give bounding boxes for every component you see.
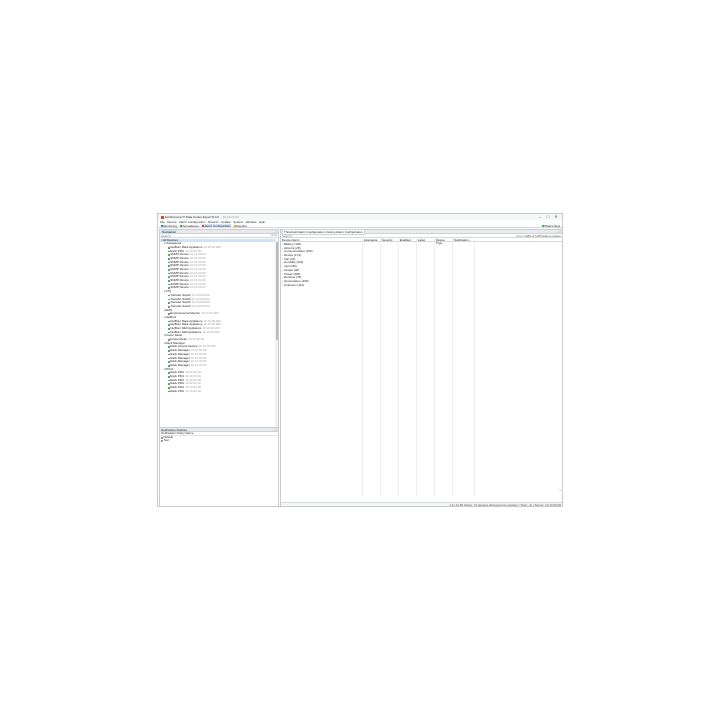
table-column-body bbox=[399, 242, 417, 496]
tab-label: Monitoring bbox=[163, 223, 178, 228]
status-text: 1.6 / 11.56 Active: 73 devices discovere… bbox=[449, 502, 561, 507]
column-header-label[interactable]: Label bbox=[417, 238, 435, 242]
column-header-device-type[interactable]: Device Type bbox=[435, 238, 453, 245]
tree-item-address: 10.10.00.000 bbox=[203, 244, 221, 249]
tree-item-label: Transfer Switch bbox=[170, 303, 191, 308]
tab-label: Reports bbox=[236, 223, 247, 228]
tab-label: Alarm Configuration bbox=[204, 223, 231, 228]
table-column-body bbox=[363, 242, 381, 496]
alarm-clear-button[interactable]: Clear bbox=[516, 234, 523, 238]
alarm-count-info: 1386 of 1386 alarms shown bbox=[524, 233, 561, 238]
table-column-body bbox=[381, 242, 399, 496]
window-title-suffix: - 10.10.00.00 bbox=[220, 215, 239, 219]
device-tree-scroll-thumb[interactable] bbox=[275, 241, 278, 340]
table-column-body bbox=[417, 242, 435, 496]
device-tree: ▾ All Devices ▾ Unassigned NetBotz Rack Appl… bbox=[160, 238, 276, 427]
alarm-table: Device Alarm Hostname Severity Enabled Label… bbox=[281, 238, 562, 496]
table-column-body bbox=[435, 242, 453, 496]
navigation-search-row: Clear bbox=[160, 233, 278, 238]
tree-item-address: 10.10.00.00 bbox=[188, 337, 205, 342]
tab-surveillance[interactable]: Surveillance bbox=[180, 224, 200, 228]
device-tree-scrollbar[interactable] bbox=[275, 238, 278, 427]
alarm-configuration-panel: Threshold Alarm Configuration: Device Al… bbox=[280, 228, 562, 506]
navigation-panel: Navigation − □ Clear ▾All Devices▾Unassi… bbox=[159, 229, 279, 506]
tree-item-label: Rack PDU bbox=[170, 388, 185, 393]
tree-item-address: 10.10.00.000 bbox=[202, 329, 220, 334]
perspective-tabs: Monitoring Surveillance Alarm Configuratio… bbox=[158, 223, 562, 228]
tree-item-address: 10.10.00.00 bbox=[190, 362, 207, 367]
policy-name: Test bbox=[163, 438, 170, 443]
alarm-category-row[interactable]: › Unknown (112) bbox=[281, 282, 363, 288]
column-header-device-alarm[interactable]: Device Alarm bbox=[281, 238, 363, 242]
status-bar: 1.6 / 11.56 Active: 73 devices discovere… bbox=[281, 502, 562, 506]
tree-item-address: 10.10.00.000 bbox=[191, 303, 210, 308]
tree-item-address: 10.10.00.00 bbox=[185, 388, 202, 393]
tree-item-address: 10.10.00.000 bbox=[201, 311, 219, 316]
navigation-clear-button[interactable]: Clear bbox=[271, 234, 277, 237]
alarm-category-label: Unknown (112) bbox=[284, 282, 305, 287]
app-logo-icon bbox=[161, 215, 164, 219]
app-window: EcoStruxure IT Data Center Expert 8.0.0 … bbox=[157, 213, 563, 507]
tree-device-item[interactable]: Rack PDU 10.10.00.00 bbox=[160, 388, 276, 394]
tree-item-label: SNMP Device bbox=[170, 285, 189, 290]
notification-policies-view-controls[interactable]: − □ bbox=[273, 428, 277, 432]
tab-monitoring[interactable]: Monitoring bbox=[160, 224, 178, 228]
column-header-severity[interactable]: Severity bbox=[381, 238, 399, 242]
notification-policies-panel: Notification Policies − □ Notification P… bbox=[160, 427, 278, 506]
tab-reports[interactable]: Reports bbox=[233, 224, 247, 228]
navigation-view-controls[interactable]: − □ bbox=[273, 230, 277, 234]
column-header-hostname[interactable]: Hostname bbox=[363, 238, 381, 242]
navigation-search-input[interactable] bbox=[161, 233, 271, 238]
column-header-enabled[interactable]: Enabled bbox=[399, 238, 417, 242]
tab-label: Surveillance bbox=[182, 223, 199, 228]
window-title: EcoStruxure IT Data Center Expert 8.0.0 bbox=[165, 215, 219, 219]
alarm-search-input[interactable] bbox=[282, 233, 516, 238]
notification-policy-row[interactable]: Test bbox=[160, 439, 278, 443]
table-column-body bbox=[453, 242, 475, 496]
resize-grip-icon[interactable]: ⇲ bbox=[559, 489, 561, 492]
column-header-notification[interactable]: Notification... bbox=[453, 238, 475, 242]
whats-new-label: What's New bbox=[544, 224, 560, 228]
whats-new-button[interactable]: What's New bbox=[541, 224, 560, 228]
tab-alarm-configuration[interactable]: Alarm Configuration bbox=[201, 223, 232, 228]
tree-item-address: 10.10.00.00 bbox=[189, 285, 206, 290]
